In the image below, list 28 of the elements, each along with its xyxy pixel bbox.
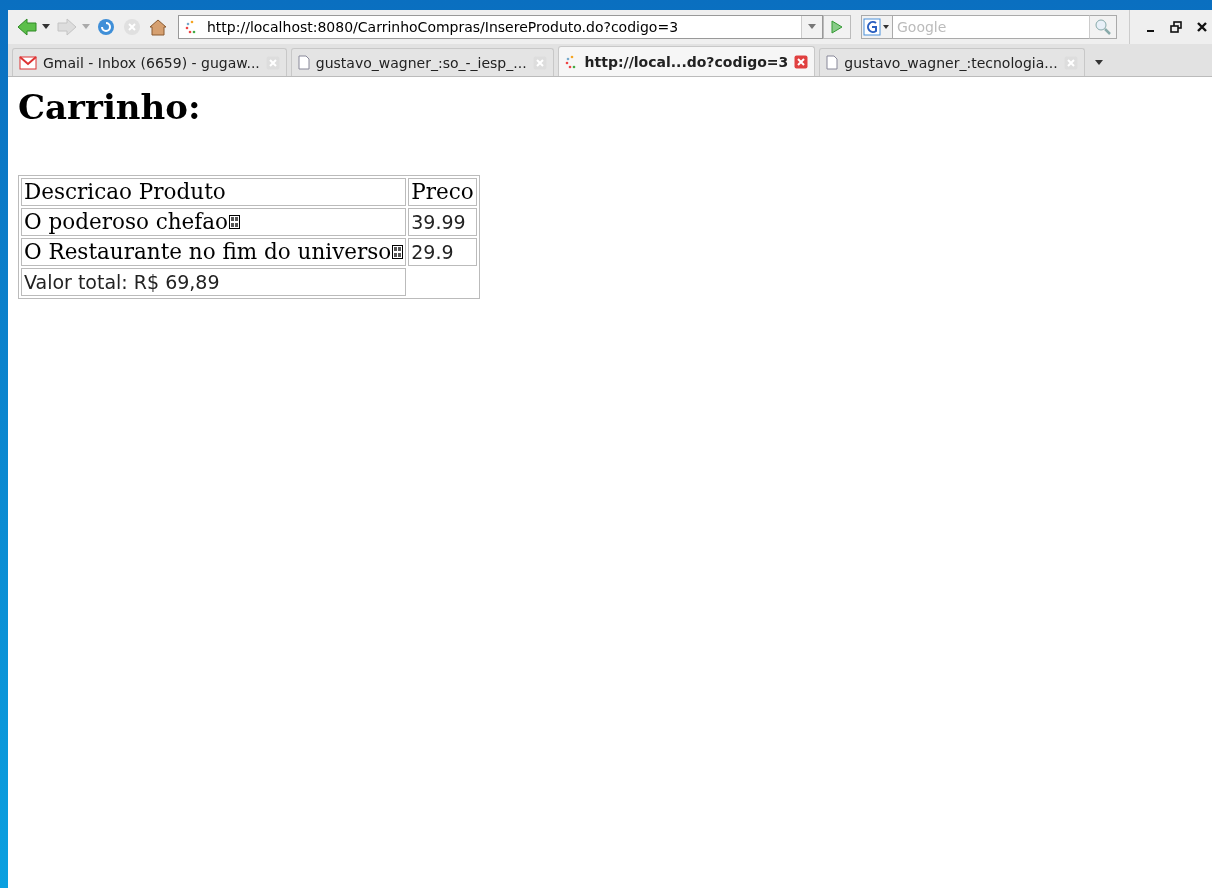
column-header: Preco bbox=[408, 178, 477, 206]
browser-tab[interactable]: gustavo_wagner_:tecnologia... bbox=[819, 48, 1085, 76]
browser-tab[interactable]: Gmail - Inbox (6659) - gugaw... bbox=[12, 48, 287, 76]
tab-list-icon[interactable] bbox=[1094, 60, 1103, 66]
play-icon bbox=[831, 20, 843, 34]
search-engine-icon[interactable] bbox=[861, 15, 893, 39]
search-field[interactable]: Google bbox=[893, 15, 1090, 39]
close-tab-icon[interactable] bbox=[794, 54, 809, 69]
table-cell: 39.99 bbox=[408, 208, 477, 236]
home-icon[interactable] bbox=[148, 17, 168, 37]
close-icon[interactable] bbox=[1196, 21, 1208, 33]
restore-icon[interactable] bbox=[1170, 21, 1182, 33]
browser-tab[interactable]: gustavo_wagner_:so_-_iesp_... bbox=[290, 48, 554, 76]
go-button[interactable] bbox=[823, 15, 851, 39]
page-heading: Carrinho: bbox=[18, 87, 201, 127]
address-bar[interactable]: http://localhost:8080/CarrinhoCompras/InsereProduto.do?codigo=3 bbox=[178, 15, 823, 39]
mail-icon bbox=[19, 55, 37, 70]
browser-tab[interactable]: http://local...do?codigo=3 bbox=[557, 46, 816, 76]
page-icon bbox=[297, 55, 310, 70]
page-icon bbox=[826, 55, 839, 70]
dropdown-icon[interactable] bbox=[42, 24, 50, 30]
table-cell: 29.9 bbox=[408, 238, 477, 266]
table-cell: O Restaurante no fim do universo bbox=[21, 238, 407, 266]
table-cell: O poderoso chefao bbox=[21, 208, 407, 236]
reload-icon[interactable] bbox=[96, 17, 116, 37]
search-icon[interactable] bbox=[1089, 15, 1117, 39]
table-cell: Valor total: R$ 69,89 bbox=[21, 268, 407, 296]
column-header: Descricao Produto bbox=[21, 178, 407, 206]
